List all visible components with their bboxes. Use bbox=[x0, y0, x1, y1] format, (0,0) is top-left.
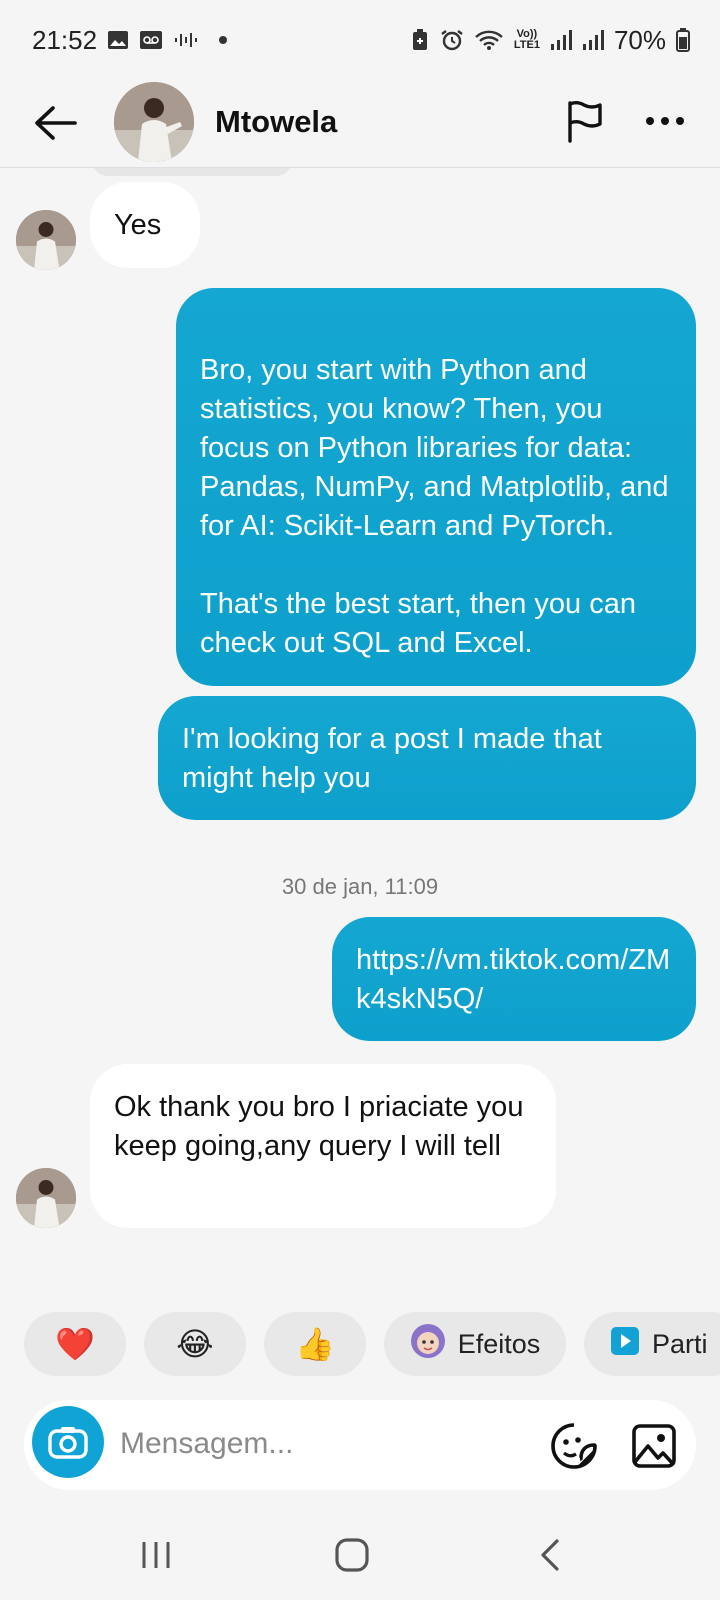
back-icon bbox=[541, 1539, 559, 1571]
network-label: LTE1 bbox=[513, 39, 540, 51]
effects-button[interactable]: Efeitos bbox=[384, 1312, 566, 1376]
sticker-button[interactable] bbox=[548, 1420, 600, 1472]
volte-icon: Vo)) LTE1 bbox=[513, 28, 540, 51]
message-bubble-outgoing[interactable]: I'm looking for a post I made that might… bbox=[158, 696, 696, 820]
alarm-icon bbox=[440, 29, 464, 51]
avatar-photo-icon bbox=[16, 1168, 76, 1228]
play-square-icon bbox=[610, 1326, 640, 1363]
home-button[interactable] bbox=[322, 1530, 382, 1580]
message-bubble-outgoing[interactable]: Bro, you start with Python and statistic… bbox=[176, 288, 696, 686]
message-timestamp: 30 de jan, 11:09 bbox=[281, 874, 439, 899]
battery-percent: 70% bbox=[613, 24, 666, 55]
reaction-laugh-button[interactable]: 😂 bbox=[144, 1312, 246, 1376]
system-nav-bar bbox=[0, 1510, 720, 1600]
voicemail-icon bbox=[139, 30, 163, 50]
reaction-thumbs-up-button[interactable]: 👍 bbox=[264, 1312, 366, 1376]
message-bubble-incoming[interactable]: Yes bbox=[90, 182, 200, 268]
camera-icon bbox=[48, 1427, 88, 1459]
report-button[interactable] bbox=[560, 96, 610, 146]
system-back-button[interactable] bbox=[520, 1530, 580, 1580]
more-options-button[interactable] bbox=[640, 96, 690, 146]
chat-screen: 21:52 Vo)) LTE1 70% Mtowela Yes Bro, you… bbox=[0, 0, 720, 1600]
wifi-icon bbox=[474, 29, 504, 51]
link-text[interactable]: https://vm.tiktok.com/ZMk4skN5Q/ bbox=[356, 944, 670, 1015]
home-icon bbox=[335, 1538, 369, 1572]
share-button[interactable]: Parti bbox=[584, 1312, 720, 1376]
gallery-icon bbox=[107, 30, 129, 50]
contact-avatar[interactable] bbox=[114, 82, 194, 162]
message-composer bbox=[24, 1400, 696, 1490]
contact-name[interactable]: Mtowela bbox=[215, 104, 337, 140]
message-bubble-link[interactable]: https://vm.tiktok.com/ZMk4skN5Q/ bbox=[332, 917, 696, 1041]
status-time: 21:52 bbox=[32, 24, 98, 55]
battery-saver-icon bbox=[410, 29, 430, 51]
message-text: Bro, you start with Python and statistic… bbox=[200, 354, 669, 659]
sender-avatar[interactable] bbox=[16, 210, 76, 270]
message-text: Ok thank you bro I priaciate you keep go… bbox=[114, 1091, 524, 1162]
quick-reactions: ❤️ 😂 👍 Efeitos Parti bbox=[24, 1312, 720, 1376]
share-label: Parti bbox=[652, 1328, 708, 1359]
reaction-heart-button[interactable]: ❤️ bbox=[24, 1312, 126, 1376]
back-button[interactable] bbox=[30, 98, 80, 148]
battery-icon bbox=[676, 28, 690, 52]
previous-message-edge bbox=[92, 168, 292, 176]
camera-button[interactable] bbox=[32, 1406, 104, 1478]
thumbs-up-icon: 👍 bbox=[295, 1326, 335, 1362]
message-input[interactable] bbox=[120, 1416, 520, 1472]
recent-apps-icon bbox=[142, 1542, 170, 1568]
effects-label: Efeitos bbox=[457, 1328, 541, 1359]
avatar-photo-icon bbox=[114, 82, 194, 162]
status-right: Vo)) LTE1 70% bbox=[410, 25, 690, 56]
audio-icon bbox=[173, 30, 199, 50]
heart-icon: ❤️ bbox=[55, 1326, 95, 1362]
chat-header: Mtowela bbox=[0, 80, 720, 168]
back-arrow-icon bbox=[35, 106, 77, 140]
signal-icon bbox=[582, 29, 604, 51]
effects-avatar-icon bbox=[410, 1323, 446, 1366]
message-list[interactable]: Yes Bro, you start with Python and stati… bbox=[0, 168, 720, 1308]
recent-apps-button[interactable] bbox=[126, 1530, 186, 1580]
sender-avatar[interactable] bbox=[16, 1168, 76, 1228]
flag-icon bbox=[568, 101, 602, 143]
signal-icon bbox=[550, 29, 572, 51]
sticker-icon bbox=[551, 1423, 597, 1469]
message-bubble-incoming[interactable]: Ok thank you bro I priaciate you keep go… bbox=[90, 1064, 556, 1228]
message-text: Yes bbox=[114, 209, 162, 241]
avatar-photo-icon bbox=[16, 210, 76, 270]
status-bar: 21:52 Vo)) LTE1 70% bbox=[0, 0, 720, 80]
gallery-icon bbox=[632, 1424, 676, 1468]
notification-dot bbox=[219, 36, 228, 44]
laughing-emoji-icon: 😂 bbox=[176, 1326, 214, 1362]
message-text: I'm looking for a post I made that might… bbox=[182, 723, 602, 794]
gallery-button[interactable] bbox=[628, 1420, 680, 1472]
more-icon bbox=[646, 117, 684, 125]
status-left: 21:52 bbox=[32, 24, 228, 56]
